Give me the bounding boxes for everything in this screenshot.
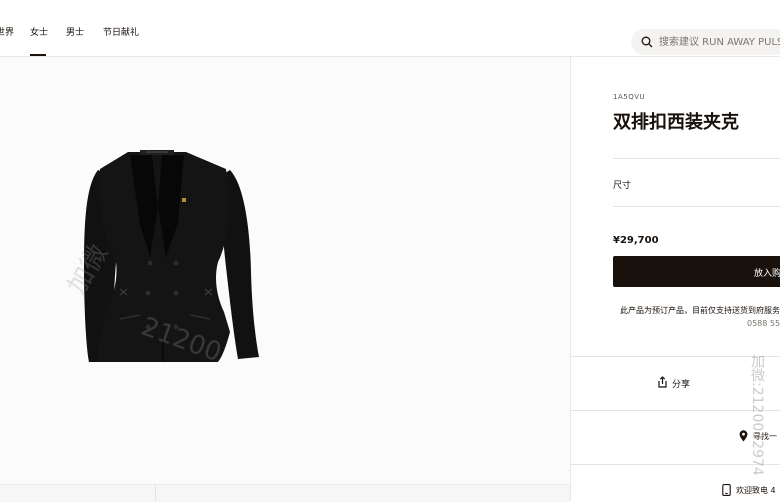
divider xyxy=(571,464,780,465)
nav-item-men[interactable]: 男士 xyxy=(66,25,84,38)
add-to-cart-button[interactable]: 放入购物车 xyxy=(613,256,780,287)
preorder-note: 此产品为预订产品，目前仅支持送货到府服务 xyxy=(620,306,780,315)
size-selector[interactable]: 尺寸 xyxy=(613,178,631,191)
phone-icon xyxy=(722,484,731,496)
product-price: ¥29,700 xyxy=(613,235,659,246)
location-pin-icon xyxy=(739,430,748,442)
share-label: 分享 xyxy=(672,380,691,390)
product-image-gallery[interactable] xyxy=(0,57,570,484)
product-image-jacket xyxy=(84,150,259,362)
thumbnail-divider xyxy=(155,484,156,501)
search-input[interactable] xyxy=(659,32,780,52)
nav-item-gifts[interactable]: 节日献礼 xyxy=(103,25,139,38)
share-icon xyxy=(658,376,667,388)
search-bar[interactable] xyxy=(631,29,780,55)
thumbnail-strip[interactable] xyxy=(0,484,570,502)
nav-item-women[interactable]: 女士 xyxy=(30,25,48,38)
active-tab-indicator xyxy=(30,54,46,56)
divider xyxy=(571,356,780,357)
product-sku: 1A5QVU xyxy=(613,93,646,101)
main-navigation: 世界 女士 男士 节日献礼 xyxy=(0,9,780,57)
add-to-cart-label: 放入购物车 xyxy=(754,269,780,279)
product-title: 双排扣西装夹克 xyxy=(613,112,739,133)
nav-item-world[interactable]: 世界 xyxy=(0,25,14,38)
divider xyxy=(613,158,780,159)
find-store-label: 寻找一 xyxy=(753,432,777,441)
contact-label: 欢迎致电 4 xyxy=(736,486,776,495)
divider xyxy=(571,410,780,411)
search-icon xyxy=(641,36,653,48)
phone-number: 0588 5555 xyxy=(747,319,780,328)
divider xyxy=(613,206,780,207)
